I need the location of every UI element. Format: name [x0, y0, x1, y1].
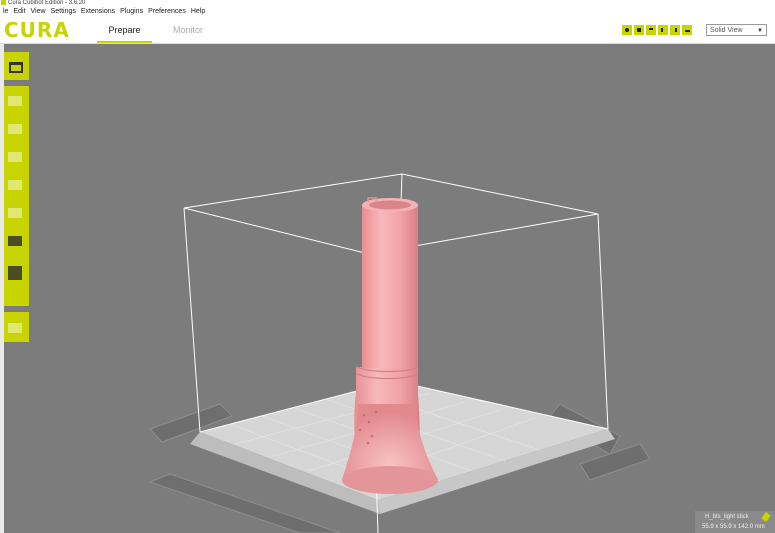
menu-settings[interactable]: Settings: [51, 8, 76, 15]
folder-icon: [9, 62, 23, 73]
support-blocker-icon[interactable]: [8, 236, 22, 246]
menu-file[interactable]: le: [3, 8, 8, 15]
menu-preferences[interactable]: Preferences: [148, 8, 186, 15]
menu-bar: le Edit View Settings Extensions Plugins Prefe…: [0, 7, 775, 17]
model-light-stick: [342, 197, 438, 494]
scene: [148, 173, 651, 533]
object-dimensions: 55.9 x 55.9 x 142.0 mm: [702, 524, 765, 530]
menu-view[interactable]: View: [31, 8, 46, 15]
menu-help[interactable]: Help: [191, 8, 205, 15]
open-file-button[interactable]: [4, 52, 29, 80]
cura-logo: CURA: [4, 18, 70, 42]
build-volume-viewport[interactable]: H_bts_light stick 55.9 x 55.9 x 142.0 mm: [0, 44, 775, 533]
left-view-icon[interactable]: [658, 25, 668, 35]
app-icon: [1, 0, 6, 5]
view-mode-value: Solid View: [710, 27, 743, 34]
tab-prepare[interactable]: Prepare: [97, 17, 152, 43]
front-view-icon[interactable]: [634, 25, 644, 35]
view-mode-select[interactable]: Solid View ▼: [706, 24, 767, 36]
tab-monitor[interactable]: Monitor: [163, 17, 213, 43]
top-view-icon[interactable]: [646, 25, 656, 35]
support-icon[interactable]: [8, 266, 22, 280]
camera-view-buttons: [622, 25, 694, 36]
pencil-icon[interactable]: [761, 512, 771, 522]
chevron-down-icon: ▼: [757, 28, 763, 34]
menu-edit[interactable]: Edit: [13, 8, 25, 15]
arrange-icon: [8, 323, 22, 333]
menu-extensions[interactable]: Extensions: [81, 8, 115, 15]
move-icon[interactable]: [8, 96, 22, 106]
window-title-bar: Cura Cubibot Edition - 3.6.20: [0, 0, 775, 7]
transform-tools: [4, 86, 29, 306]
rotate-icon[interactable]: [8, 152, 22, 162]
scale-icon[interactable]: [8, 124, 22, 134]
window-title: Cura Cubibot Edition - 3.6.20: [8, 0, 86, 7]
stage-header: CURA Prepare Monitor Solid View ▼: [0, 17, 775, 44]
layer-view-icon[interactable]: [682, 25, 692, 35]
3d-view-icon[interactable]: [622, 25, 632, 35]
right-view-icon[interactable]: [670, 25, 680, 35]
object-name: H_bts_light stick: [705, 514, 749, 520]
per-model-settings-icon[interactable]: [8, 208, 22, 218]
object-info-panel: H_bts_light stick 55.9 x 55.9 x 142.0 mm: [695, 511, 775, 533]
menu-plugins[interactable]: Plugins: [120, 8, 143, 15]
mirror-icon[interactable]: [8, 180, 22, 190]
arrange-button[interactable]: [4, 312, 29, 342]
